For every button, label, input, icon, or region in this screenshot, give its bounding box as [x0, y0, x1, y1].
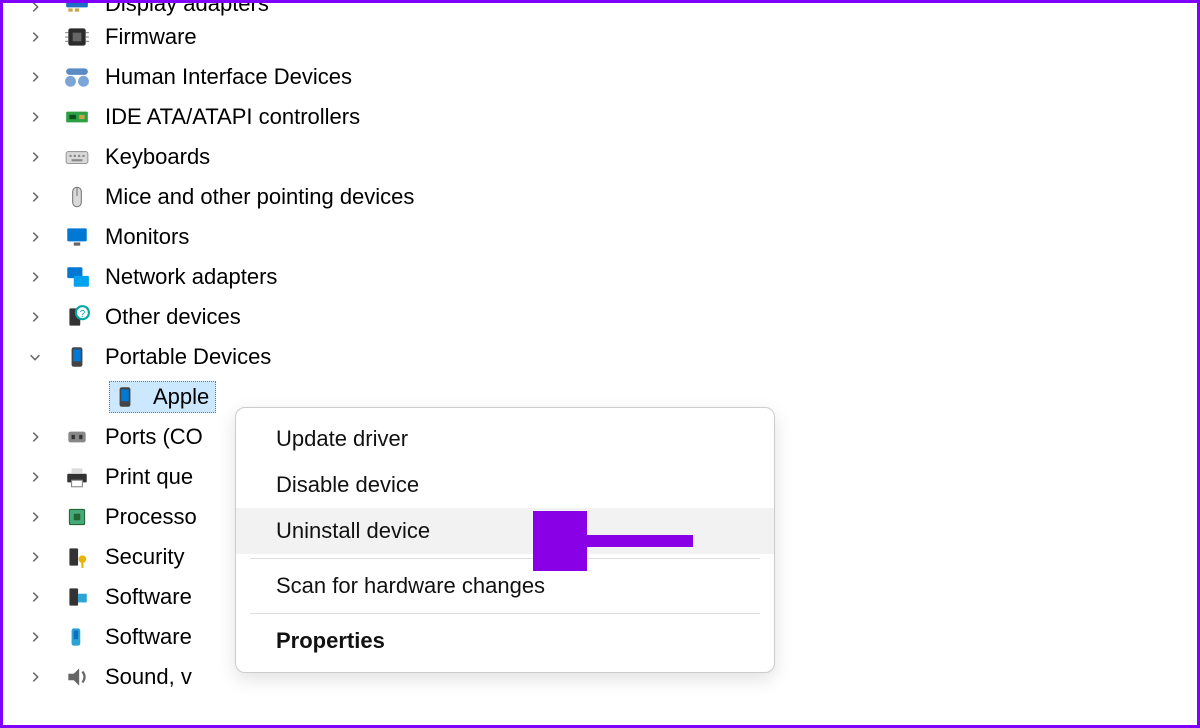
sound-icon: [63, 663, 91, 691]
tree-item-display-adapters[interactable]: Display adapters: [3, 3, 1197, 17]
monitor-icon: [63, 223, 91, 251]
chevron-right-icon[interactable]: [25, 27, 45, 47]
chevron-right-icon[interactable]: [25, 587, 45, 607]
keyboard-icon: [63, 143, 91, 171]
tree-item-hid[interactable]: Human Interface Devices: [3, 57, 1197, 97]
tree-label: Mice and other pointing devices: [105, 184, 414, 210]
chevron-right-icon[interactable]: [25, 427, 45, 447]
chevron-right-icon[interactable]: [25, 107, 45, 127]
tree-item-mice[interactable]: Mice and other pointing devices: [3, 177, 1197, 217]
tree-item-ide[interactable]: IDE ATA/ATAPI controllers: [3, 97, 1197, 137]
display-adapter-icon: [63, 3, 91, 17]
tree-label: Human Interface Devices: [105, 64, 352, 90]
tree-item-keyboards[interactable]: Keyboards: [3, 137, 1197, 177]
chevron-down-icon[interactable]: [25, 347, 45, 367]
tree-child-label: Apple: [153, 384, 209, 410]
hid-icon: [63, 63, 91, 91]
tree-item-monitors[interactable]: Monitors: [3, 217, 1197, 257]
tree-item-portable-devices[interactable]: Portable Devices: [3, 337, 1197, 377]
ports-icon: [63, 423, 91, 451]
tree-label: Display adapters: [105, 3, 269, 17]
chevron-right-icon[interactable]: [25, 507, 45, 527]
portable-device-icon: [63, 343, 91, 371]
chevron-right-icon[interactable]: [25, 67, 45, 87]
other-device-icon: ?: [63, 303, 91, 331]
ide-controller-icon: [63, 103, 91, 131]
tree-label: Software: [105, 624, 192, 650]
tree-label: Network adapters: [105, 264, 277, 290]
menu-separator: [250, 613, 760, 614]
chevron-right-icon[interactable]: [25, 547, 45, 567]
chevron-right-icon[interactable]: [25, 187, 45, 207]
chevron-right-icon[interactable]: [25, 3, 45, 17]
svg-text:?: ?: [80, 309, 86, 320]
tree-label: Firmware: [105, 24, 197, 50]
context-menu: Update driver Disable device Uninstall d…: [235, 407, 775, 673]
tree-label: Other devices: [105, 304, 241, 330]
tree-label: IDE ATA/ATAPI controllers: [105, 104, 360, 130]
tree-label: Security: [105, 544, 184, 570]
tree-label: Ports (CO: [105, 424, 203, 450]
tree-label: Keyboards: [105, 144, 210, 170]
printer-icon: [63, 463, 91, 491]
chevron-right-icon[interactable]: [25, 227, 45, 247]
software-device-icon: [63, 623, 91, 651]
processor-icon: [63, 503, 91, 531]
tree-label: Software: [105, 584, 192, 610]
menu-scan-hardware[interactable]: Scan for hardware changes: [236, 563, 774, 609]
tree-label: Portable Devices: [105, 344, 271, 370]
security-device-icon: [63, 543, 91, 571]
menu-update-driver[interactable]: Update driver: [236, 416, 774, 462]
tree-item-firmware[interactable]: Firmware: [3, 17, 1197, 57]
tree-label: Sound, v: [105, 664, 192, 690]
tree-label: Processo: [105, 504, 197, 530]
chevron-right-icon[interactable]: [25, 667, 45, 687]
tree-item-network[interactable]: Network adapters: [3, 257, 1197, 297]
portable-device-icon: [111, 383, 139, 411]
menu-separator: [250, 558, 760, 559]
chevron-right-icon[interactable]: [25, 307, 45, 327]
menu-properties[interactable]: Properties: [236, 618, 774, 664]
chevron-right-icon[interactable]: [25, 147, 45, 167]
software-component-icon: [63, 583, 91, 611]
menu-uninstall-device[interactable]: Uninstall device: [236, 508, 774, 554]
firmware-icon: [63, 23, 91, 51]
tree-label: Monitors: [105, 224, 189, 250]
menu-disable-device[interactable]: Disable device: [236, 462, 774, 508]
chevron-right-icon[interactable]: [25, 267, 45, 287]
chevron-right-icon[interactable]: [25, 467, 45, 487]
chevron-right-icon[interactable]: [25, 627, 45, 647]
tree-label: Print que: [105, 464, 193, 490]
tree-item-other[interactable]: ? Other devices: [3, 297, 1197, 337]
mouse-icon: [63, 183, 91, 211]
network-adapter-icon: [63, 263, 91, 291]
